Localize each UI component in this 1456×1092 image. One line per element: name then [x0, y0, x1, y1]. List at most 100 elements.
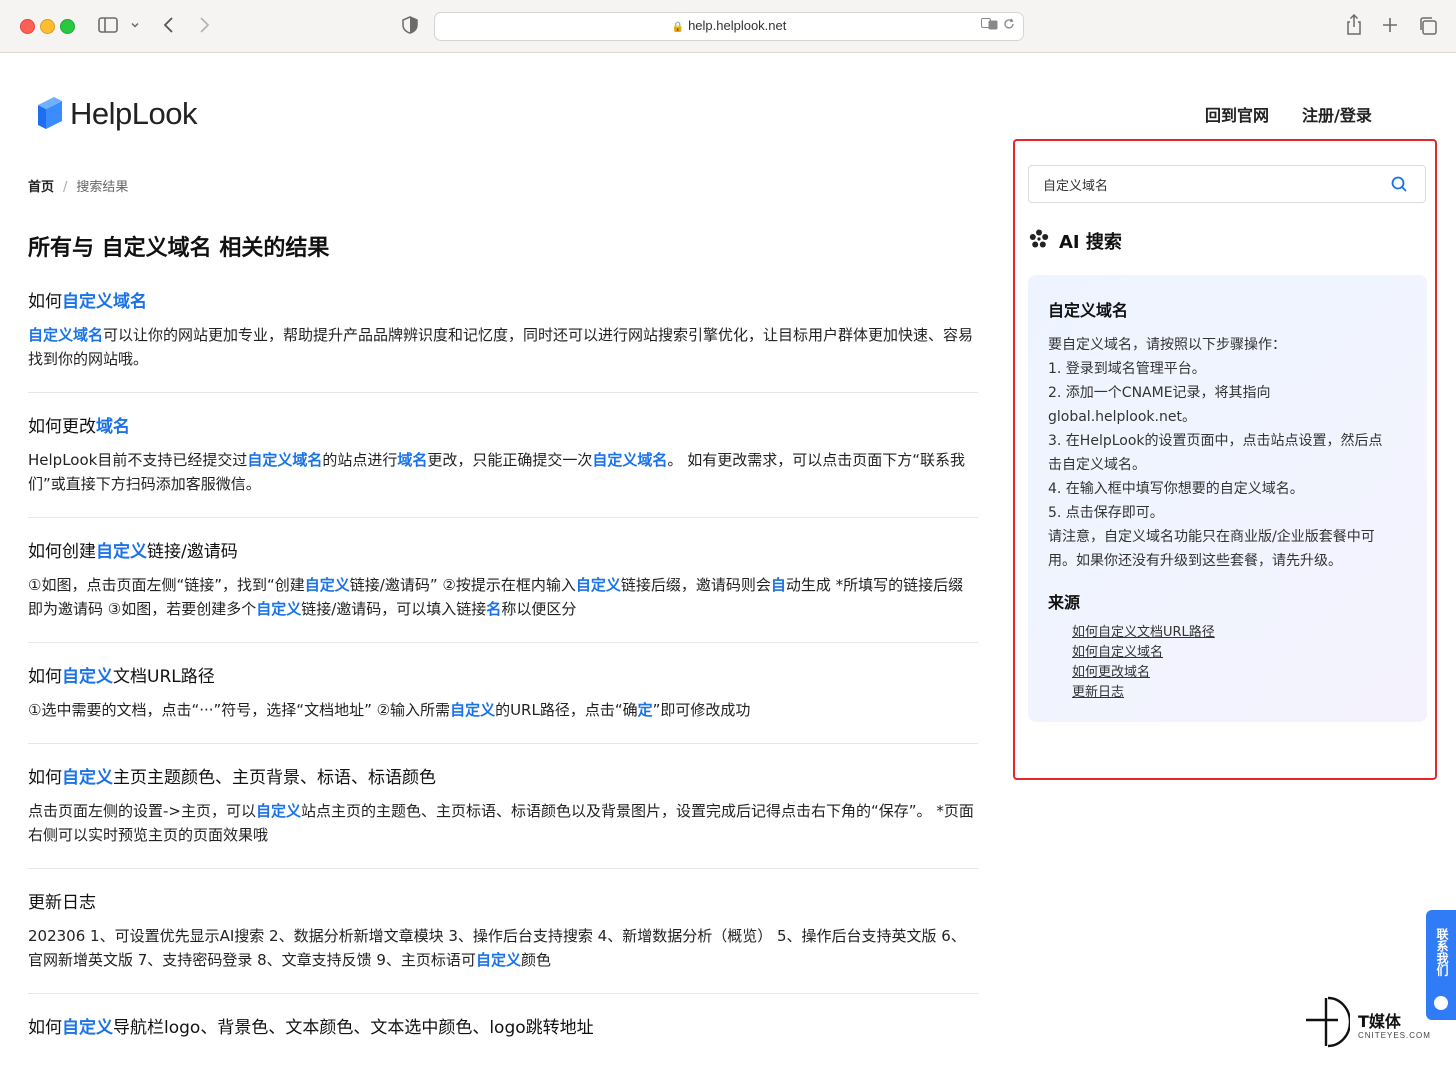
highlighted-keyword: 定: [637, 701, 653, 719]
search-box[interactable]: [1028, 165, 1426, 203]
highlighted-keyword: 自定义: [62, 768, 113, 788]
tab-overview-icon[interactable]: [1418, 16, 1438, 41]
ai-answer-line: 击自定义域名。: [1048, 457, 1146, 473]
result-snippet-text: 链接/邀请码” ②按提示在框内输入: [349, 576, 576, 594]
result-snippet-text: 可以让你的网站更加专业，帮助提升产品品牌辨识度和记忆度，同时还可以进行网站搜索引…: [28, 326, 974, 368]
browser-toolbar: 🔒 help.helplook.net: [0, 0, 1456, 53]
ai-answer-line: 4. 在输入框中填写你想要的自定义域名。: [1048, 481, 1304, 497]
highlighted-keyword: 自: [770, 576, 786, 594]
zoom-window-button[interactable]: [60, 19, 75, 34]
search-result-item: 如何自定义文档URL路径 ①选中需要的文档，点击“···”符号，选择“文档地址” …: [28, 665, 978, 744]
nav-official-site[interactable]: 回到官网: [1205, 102, 1269, 126]
result-snippet-text: 更改，只能正确提交一次: [427, 451, 593, 469]
result-snippet: ①选中需要的文档，点击“···”符号，选择“文档地址” ②输入所需自定义的URL…: [28, 698, 978, 722]
search-result-item: 如何自定义域名 自定义域名可以让你的网站更加专业，帮助提升产品品牌辨识度和记忆度，…: [28, 290, 978, 393]
lock-icon: 🔒: [671, 22, 685, 33]
result-snippet: 点击页面左侧的设置->主页，可以自定义站点主页的主题色、主页标语、标语颜色以及背…: [28, 799, 978, 847]
search-result-item: 如何自定义主页主题颜色、主页背景、标语、标语颜色点击页面左侧的设置->主页，可以…: [28, 766, 978, 869]
result-title-link[interactable]: 更新日志: [28, 891, 978, 915]
ai-answer-line: 要自定义域名，请按照以下步骤操作：: [1048, 337, 1286, 353]
new-tab-icon[interactable]: [1381, 16, 1399, 39]
chevron-down-icon[interactable]: [130, 17, 140, 37]
result-title-link[interactable]: 如何自定义主页主题颜色、主页背景、标语、标语颜色: [28, 766, 978, 790]
result-title-text: 如何更改: [28, 417, 96, 437]
contact-us-label: 联系我们: [1435, 928, 1449, 976]
result-title-text: 主页主题颜色、主页背景、标语、标语颜色: [113, 768, 436, 788]
highlighted-keyword: 自定义域名: [247, 451, 323, 469]
highlighted-keyword: 自定义: [450, 701, 496, 719]
source-link[interactable]: 如何自定义域名: [1072, 643, 1215, 663]
breadcrumb-home[interactable]: 首页: [28, 180, 54, 195]
search-result-item: 如何创建自定义链接/邀请码 ①如图，点击页面左侧“链接”，找到“创建自定义链接/邀…: [28, 540, 978, 643]
source-link[interactable]: 更新日志: [1072, 683, 1215, 703]
ai-answer-line: global.helplook.net。: [1048, 409, 1196, 425]
ai-answer-line: 1. 登录到域名管理平台。: [1048, 361, 1206, 377]
address-bar[interactable]: 🔒 help.helplook.net: [434, 12, 1024, 41]
privacy-shield-icon[interactable]: [402, 16, 418, 39]
result-snippet: 202306 1、可设置优先显示AI搜索 2、数据分析新增文章模块 3、操作后台…: [28, 924, 978, 972]
result-snippet: HelpLook目前不支持已经提交过自定义域名的站点进行域名更改，只能正确提交一…: [28, 448, 978, 496]
highlighted-keyword: 自定义: [96, 542, 147, 562]
ai-sparkle-icon: [1029, 229, 1049, 254]
search-result-item: 如何更改域名 HelpLook目前不支持已经提交过自定义域名的站点进行域名更改，只…: [28, 415, 978, 518]
reload-icon[interactable]: [1003, 18, 1015, 33]
ai-heading-text: AI 搜索: [1059, 232, 1122, 253]
result-snippet-text: ①如图，点击页面左侧“链接”，找到“创建: [28, 576, 305, 594]
result-title-text: 链接/邀请码: [147, 542, 238, 562]
highlighted-keyword: 域名: [397, 451, 428, 469]
highlighted-keyword: 自定义: [575, 576, 621, 594]
close-window-button[interactable]: [20, 19, 35, 34]
sources-list: 如何自定义文档URL路径 如何自定义域名 如何更改域名 更新日志: [1072, 623, 1215, 703]
ai-answer-line: 请注意，自定义域名功能只在商业版/企业版套餐中可: [1048, 529, 1375, 545]
nav-register-login[interactable]: 注册/登录: [1302, 102, 1372, 126]
result-snippet-text: 链接后缀，邀请码则会: [620, 576, 771, 594]
highlighted-keyword: 自定义: [475, 951, 521, 969]
search-result-item: 更新日志 202306 1、可设置优先显示AI搜索 2、数据分析新增文章模块 3、…: [28, 891, 978, 994]
source-link[interactable]: 如何自定义文档URL路径: [1072, 623, 1215, 643]
result-title-text: 如何创建: [28, 542, 96, 562]
result-title-text: 导航栏logo、背景色、文本颜色、文本选中颜色、logo跳转地址: [113, 1018, 594, 1038]
search-input[interactable]: [1043, 175, 1373, 193]
ai-answer-line: 3. 在HelpLook的设置页面中，点击站点设置，然后点: [1048, 433, 1383, 449]
result-snippet-text: ①选中需要的文档，点击“···”符号，选择“文档地址” ②输入所需: [28, 701, 451, 719]
watermark-name: T媒体: [1358, 1012, 1401, 1031]
watermark-site: CNITEYES.COM: [1358, 1031, 1431, 1040]
result-title-text: 文档URL路径: [113, 667, 215, 687]
back-icon[interactable]: [162, 16, 176, 39]
helplook-logo[interactable]: HelpLook: [36, 94, 197, 134]
result-snippet-text: 颜色: [520, 951, 551, 969]
minimize-window-button[interactable]: [40, 19, 55, 34]
search-result-item: 如何自定义导航栏logo、背景色、文本颜色、文本选中颜色、logo跳转地址: [28, 1016, 978, 1070]
result-title-link[interactable]: 如何自定义导航栏logo、背景色、文本颜色、文本选中颜色、logo跳转地址: [28, 1016, 978, 1040]
result-title-link[interactable]: 如何创建自定义链接/邀请码: [28, 540, 978, 564]
highlighted-keyword: 名: [486, 600, 502, 618]
result-snippet-text: 的URL路径，点击“确: [495, 701, 638, 719]
sources-title: 来源: [1048, 593, 1081, 612]
result-title-text: 如何: [28, 667, 62, 687]
ai-answer-title: 自定义域名: [1048, 301, 1129, 320]
ai-search-heading: AI 搜索: [1029, 228, 1122, 254]
sidebar-toggle-icon[interactable]: [98, 16, 118, 39]
result-snippet-text: 点击页面左侧的设置->主页，可以: [28, 802, 256, 820]
url-text: help.helplook.net: [688, 18, 787, 33]
result-title-link[interactable]: 如何自定义域名: [28, 290, 978, 314]
highlighted-keyword: 自定义: [304, 576, 350, 594]
share-icon[interactable]: [1345, 13, 1363, 41]
result-title-text: 更新日志: [28, 893, 96, 913]
highlighted-keyword: 域名: [96, 417, 130, 437]
breadcrumb: 首页 / 搜索结果: [28, 176, 128, 195]
page-title: 所有与 自定义域名 相关的结果: [28, 236, 330, 261]
helplook-logo-icon: [36, 96, 64, 132]
result-snippet-text: ”即可修改成功: [652, 701, 751, 719]
result-title-text: 如何: [28, 1018, 62, 1038]
translate-icon[interactable]: [981, 18, 1003, 33]
result-title-link[interactable]: 如何更改域名: [28, 415, 978, 439]
result-title-text: 如何: [28, 768, 62, 788]
forward-icon[interactable]: [197, 16, 211, 39]
highlighted-keyword: 自定义域名: [592, 451, 668, 469]
source-link[interactable]: 如何更改域名: [1072, 663, 1215, 683]
result-snippet-text: 的站点进行: [322, 451, 398, 469]
result-snippet-text: 称以便区分: [501, 600, 577, 618]
result-title-link[interactable]: 如何自定义文档URL路径: [28, 665, 978, 689]
search-icon[interactable]: [1391, 176, 1407, 192]
